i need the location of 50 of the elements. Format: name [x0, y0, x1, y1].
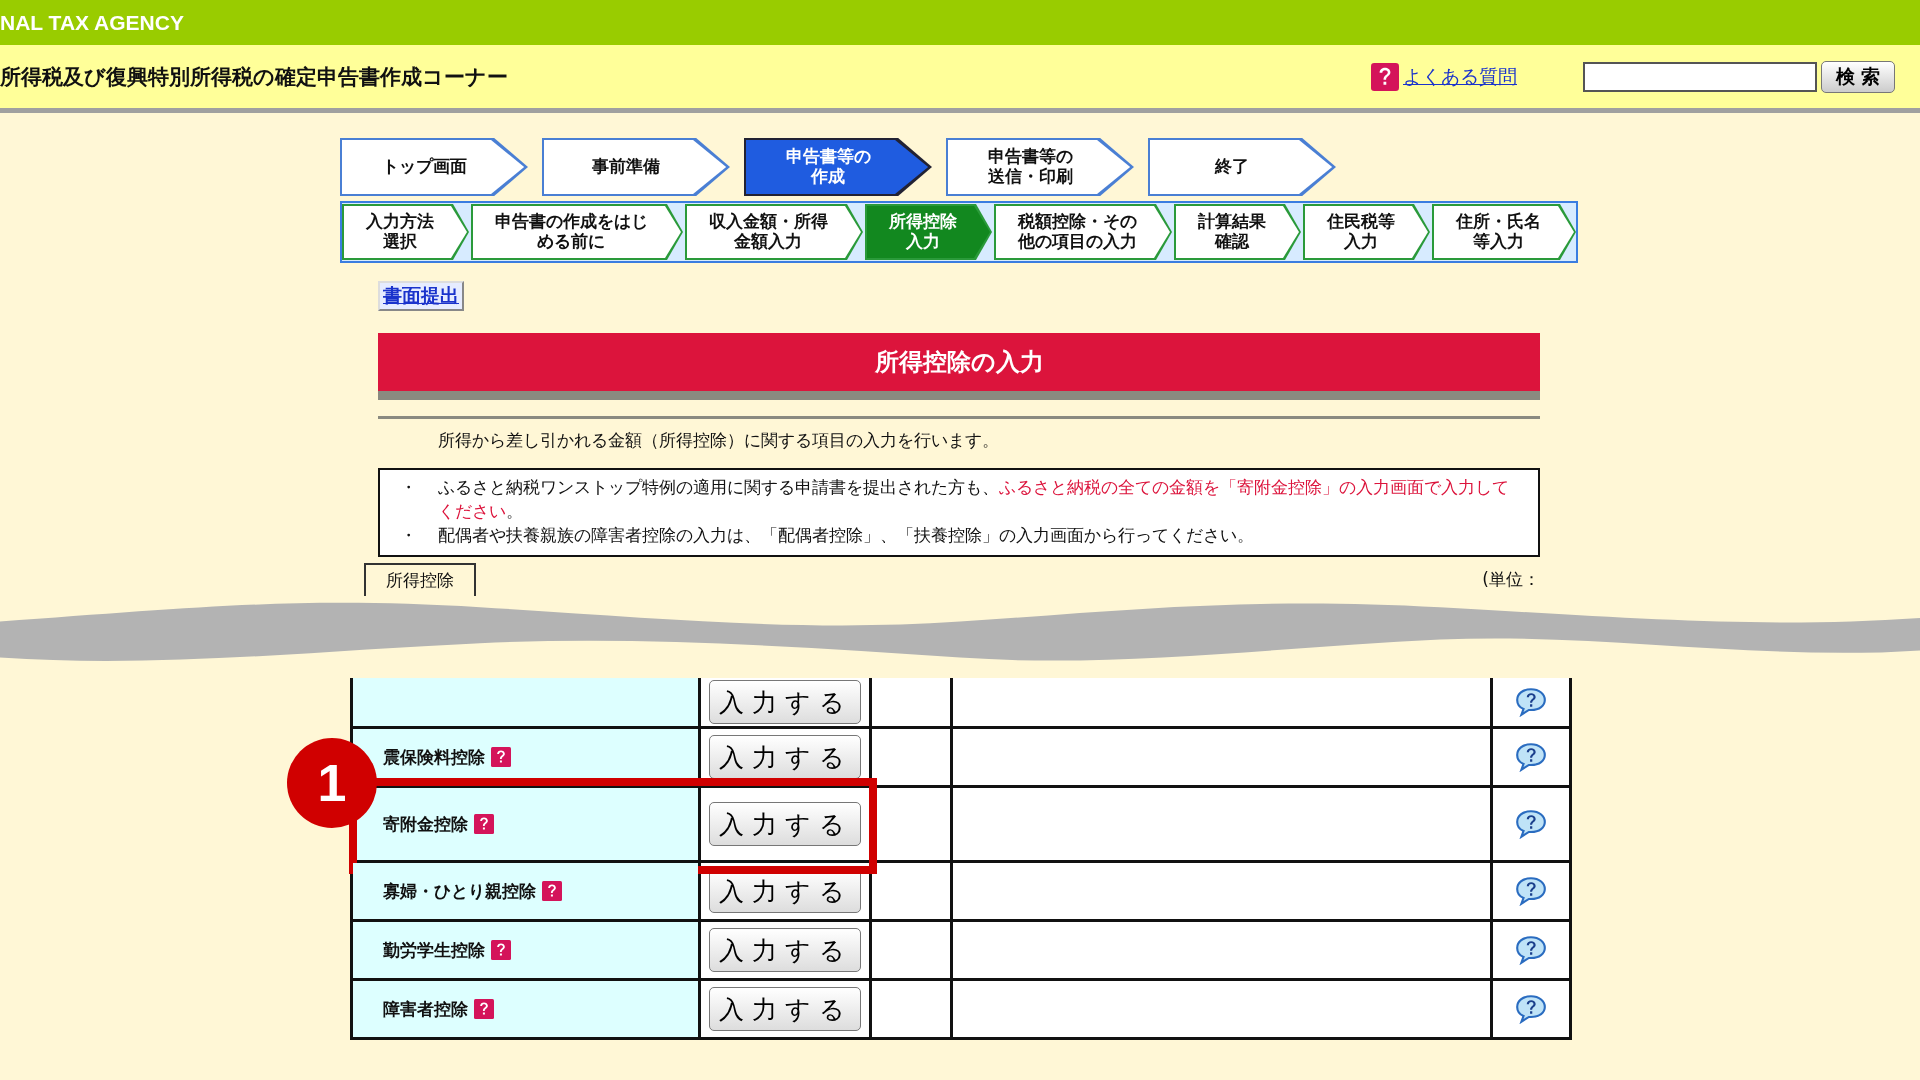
- help-icon[interactable]: [491, 747, 511, 768]
- unit-label: (単位：: [1482, 568, 1540, 592]
- substep-tab[interactable]: 入力方法 選択: [342, 204, 469, 260]
- help-bubble-icon[interactable]: [1514, 994, 1548, 1025]
- help-icon[interactable]: [491, 940, 511, 961]
- deduction-label: 障害者控除: [383, 997, 468, 1021]
- step-tab[interactable]: 終了: [1148, 138, 1336, 196]
- step-number-badge: 1: [287, 738, 377, 829]
- help-bubble-icon[interactable]: [1514, 742, 1548, 773]
- notice-text: ふるさと納税ワンストップ特例の適用に関する申請書を提出された方も、ふるさと納税の全ての金額を「寄附金控除」の入力画面で入力してください。: [438, 476, 1510, 523]
- search-button[interactable]: 検 索: [1821, 60, 1895, 93]
- step-tab[interactable]: 申告書等の 送信・印刷: [946, 138, 1134, 196]
- substep-tab[interactable]: 計算結果 確認: [1174, 204, 1301, 260]
- intro-text: 所得から差し引かれる金額（所得控除）に関する項目の入力を行います。: [378, 416, 1540, 452]
- deduction-label: 勤労学生控除: [383, 938, 485, 962]
- help-bubble-icon[interactable]: [1514, 935, 1548, 966]
- help-icon[interactable]: [474, 814, 494, 835]
- help-icon[interactable]: [542, 881, 562, 902]
- notice-text: 配偶者や扶養親族の障害者控除の入力は、「配偶者控除」、「扶養控除」の入力画面から行ってください。: [438, 523, 1254, 547]
- bullet-mark: ・: [400, 476, 418, 499]
- help-bubble-icon[interactable]: [1514, 809, 1548, 840]
- search-field[interactable]: [1583, 61, 1817, 92]
- section-banner: 所得控除の入力: [378, 333, 1540, 400]
- help-icon[interactable]: [474, 999, 494, 1020]
- input-button[interactable]: 入力する: [709, 735, 861, 780]
- help-bubble-icon[interactable]: [1514, 687, 1548, 718]
- agency-name: NAL TAX AGENCY: [0, 10, 184, 35]
- help-icon: [1371, 62, 1399, 91]
- help-bubble-icon[interactable]: [1514, 876, 1548, 907]
- substep-tab[interactable]: 住所・氏名 等入力: [1432, 204, 1576, 260]
- table-tab[interactable]: 所得控除: [364, 563, 476, 597]
- input-button[interactable]: 入力する: [709, 680, 861, 725]
- substep-tab[interactable]: 申告書の作成をはじ める前に: [471, 204, 683, 260]
- substep-tab[interactable]: 収入金額・所得 金額入力: [685, 204, 863, 260]
- step-tab[interactable]: トップ画面: [340, 138, 528, 196]
- bullet-mark: ・: [400, 523, 418, 547]
- substep-tab[interactable]: 所得控除 入力: [865, 204, 992, 260]
- input-button[interactable]: 入力する: [709, 802, 861, 847]
- step-tab[interactable]: 事前準備: [542, 138, 730, 196]
- faq-link[interactable]: よくある質問: [1403, 63, 1517, 90]
- step-tab[interactable]: 申告書等の 作成: [744, 138, 932, 196]
- substep-tab[interactable]: 税額控除・その 他の項目の入力: [994, 204, 1172, 260]
- page-title: 所得税及び復興特別所得税の確定申告書作成コーナー: [0, 63, 508, 91]
- deduction-label: 寡婦・ひとり親控除: [383, 879, 536, 903]
- input-button[interactable]: 入力する: [709, 928, 861, 973]
- deduction-label: 震保険料控除: [383, 745, 485, 769]
- input-button[interactable]: 入力する: [709, 987, 861, 1032]
- paper-submission-link[interactable]: 書面提出: [378, 281, 464, 311]
- substep-tab[interactable]: 住民税等 入力: [1303, 204, 1430, 260]
- deduction-label: 寄附金控除: [383, 812, 468, 836]
